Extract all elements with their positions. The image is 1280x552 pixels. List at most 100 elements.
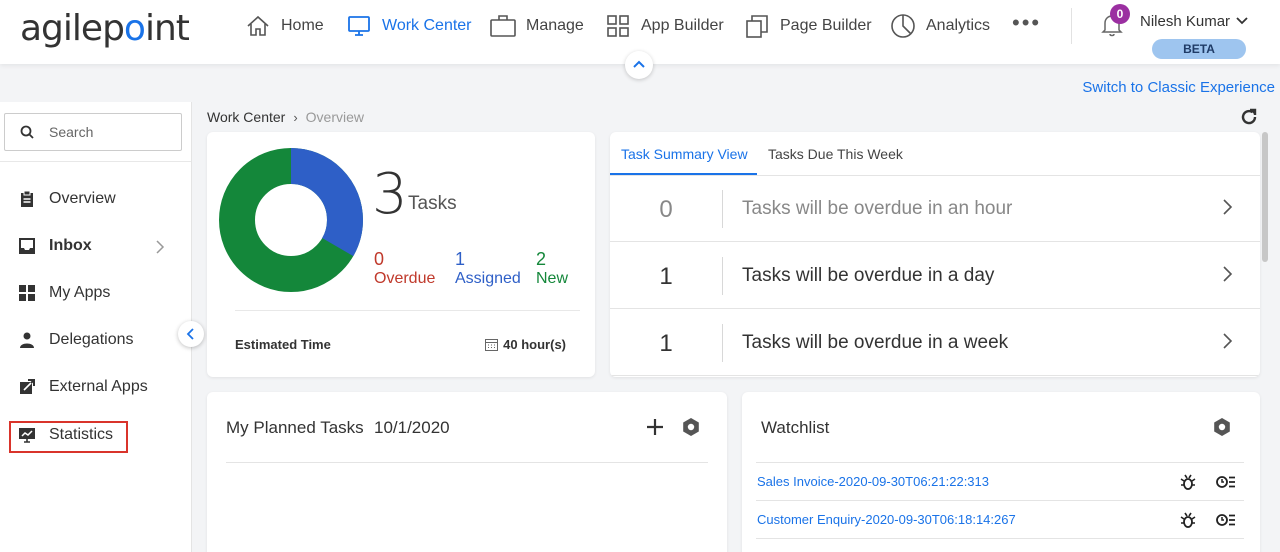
new-label: New <box>536 270 569 287</box>
watchlist-item-sales-invoice[interactable]: Sales Invoice-2020-09-30T06:21:22:313 <box>757 474 989 489</box>
agilepoint-logo[interactable]: agilepoint <box>20 8 190 49</box>
planned-tasks-card: My Planned Tasks 10/1/2020 <box>207 392 727 552</box>
nav-work-center[interactable]: Work Center <box>346 12 472 40</box>
external-link-icon <box>18 378 36 396</box>
task-overview-card: 3 Tasks 0 Overdue 1 Assigned 2 New Estim… <box>207 132 595 377</box>
collapse-header-button[interactable] <box>625 51 653 79</box>
summary-label: Tasks will be overdue in a day <box>742 265 995 286</box>
settings-icon[interactable] <box>681 417 701 437</box>
chevron-left-icon <box>186 328 194 340</box>
total-tasks-count: 3 <box>372 162 408 227</box>
tasks-label: Tasks <box>408 193 457 214</box>
calendar-icon <box>485 339 499 351</box>
estimated-divider <box>235 310 580 311</box>
watchlist-title: Watchlist <box>761 418 830 437</box>
statistics-highlight <box>9 421 128 453</box>
bug-icon[interactable] <box>1179 511 1197 529</box>
sidebar-item-my-apps[interactable]: My Apps <box>18 280 110 306</box>
chevron-up-icon <box>633 60 645 68</box>
planned-divider <box>226 462 708 463</box>
overdue-label: Overdue <box>374 270 436 287</box>
summary-count: 0 <box>659 196 673 223</box>
refresh-icon[interactable] <box>1240 108 1258 131</box>
overdue-stat[interactable]: 0 Overdue <box>374 249 435 289</box>
sidebar: Overview Inbox My Apps Delegations Exter… <box>0 102 192 552</box>
briefcase-icon <box>490 13 516 39</box>
planned-tasks-title: My Planned Tasks <box>226 418 364 437</box>
pages-icon <box>744 13 770 39</box>
breadcrumb-current: Overview <box>305 109 365 125</box>
inbox-icon <box>18 237 36 255</box>
summary-label: Tasks will be overdue in an hour <box>742 198 1013 219</box>
summary-row-hour[interactable]: 0 Tasks will be overdue in an hour <box>610 176 1260 242</box>
nav-analytics[interactable]: Analytics <box>890 12 990 40</box>
pie-chart-icon <box>890 13 916 39</box>
chevron-right-icon <box>156 240 165 254</box>
watchlist-divider <box>756 462 1244 463</box>
more-menu-icon[interactable]: ••• <box>1012 10 1041 36</box>
task-summary-card: Task Summary View Tasks Due This Week 0 … <box>610 132 1260 377</box>
sidebar-item-inbox[interactable]: Inbox <box>18 233 92 259</box>
settings-icon[interactable] <box>1212 417 1232 437</box>
new-count: 2 <box>536 249 547 269</box>
nav-manage[interactable]: Manage <box>490 12 584 40</box>
clipboard-icon <box>18 190 36 208</box>
overdue-count: 0 <box>374 249 385 269</box>
watchlist-item-customer-enquiry[interactable]: Customer Enquiry-2020-09-30T06:18:14:267 <box>757 512 1016 527</box>
nav-app-builder[interactable]: App Builder <box>605 12 724 40</box>
sidebar-item-overview[interactable]: Overview <box>18 186 116 212</box>
app-grid-icon <box>605 13 631 39</box>
search-input[interactable] <box>49 124 169 140</box>
assigned-count: 1 <box>455 249 466 269</box>
person-icon <box>18 331 36 349</box>
assigned-label: Assigned <box>455 270 521 287</box>
user-menu[interactable]: Nilesh Kumar <box>1140 13 1248 30</box>
nav-divider <box>1071 8 1072 44</box>
home-icon <box>245 13 271 39</box>
summary-tabs: Task Summary View Tasks Due This Week <box>610 132 1260 176</box>
tab-tasks-due-this-week[interactable]: Tasks Due This Week <box>768 146 903 162</box>
chevron-right-icon <box>1223 333 1233 349</box>
summary-row-week[interactable]: 1 Tasks will be overdue in a week <box>610 310 1260 376</box>
grid-icon <box>18 284 36 302</box>
switch-classic-link[interactable]: Switch to Classic Experience <box>1082 79 1275 96</box>
watchlist-divider <box>756 500 1244 501</box>
search-box <box>4 113 182 151</box>
row-divider <box>722 190 723 228</box>
nav-home[interactable]: Home <box>245 12 324 40</box>
watchlist-card: Watchlist Sales Invoice-2020-09-30T06:21… <box>742 392 1260 552</box>
sidebar-divider <box>0 161 191 162</box>
sidebar-item-external-apps[interactable]: External Apps <box>18 374 148 400</box>
new-stat[interactable]: 2 New <box>536 249 568 289</box>
monitor-icon <box>346 13 372 39</box>
nav-page-builder[interactable]: Page Builder <box>744 12 872 40</box>
active-tab-indicator <box>610 173 757 175</box>
breadcrumb: Work Center › Overview <box>207 109 364 125</box>
summary-row-day[interactable]: 1 Tasks will be overdue in a day <box>610 243 1260 309</box>
search-icon <box>5 125 49 139</box>
breadcrumb-work-center[interactable]: Work Center <box>207 109 285 125</box>
sidebar-item-delegations[interactable]: Delegations <box>18 327 134 353</box>
timeline-icon[interactable] <box>1216 512 1236 528</box>
watchlist-divider <box>756 538 1244 539</box>
bug-icon[interactable] <box>1179 473 1197 491</box>
notification-badge: 0 <box>1110 4 1130 24</box>
sidebar-collapse-button[interactable] <box>178 321 204 347</box>
breadcrumb-separator-icon: › <box>293 109 298 125</box>
estimated-time-label: Estimated Time <box>235 337 331 352</box>
chevron-right-icon <box>1223 266 1233 282</box>
summary-label: Tasks will be overdue in a week <box>742 332 1009 353</box>
add-icon[interactable] <box>644 416 666 438</box>
summary-scrollbar[interactable] <box>1262 132 1268 262</box>
row-divider <box>722 257 723 295</box>
row-divider <box>722 324 723 362</box>
timeline-icon[interactable] <box>1216 474 1236 490</box>
assigned-stat[interactable]: 1 Assigned <box>455 249 521 289</box>
chevron-down-icon <box>1236 17 1248 25</box>
task-donut-chart <box>219 148 363 292</box>
tab-task-summary-view[interactable]: Task Summary View <box>621 146 748 162</box>
planned-tasks-date[interactable]: 10/1/2020 <box>374 418 450 438</box>
chevron-right-icon <box>1223 199 1233 215</box>
beta-badge: BETA <box>1152 39 1246 59</box>
estimated-time-value: 40 hour(s) <box>485 337 566 352</box>
